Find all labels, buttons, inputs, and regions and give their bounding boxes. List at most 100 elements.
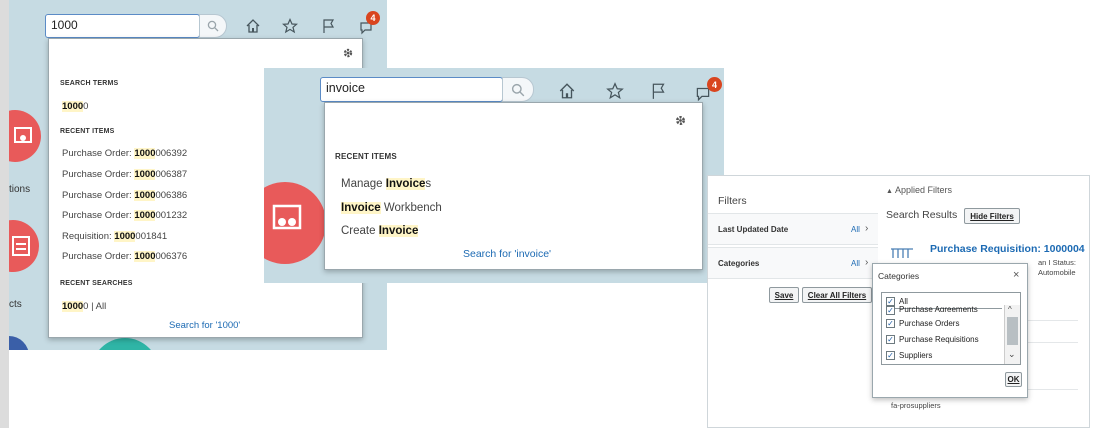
search-results-panel: Filters Last Updated Date All › Categori… [707, 175, 1090, 428]
categories-listbox: ✓ All ✓ Purchase Agreements ✓ Purchase O… [881, 292, 1021, 365]
section-heading-search-terms: SEARCH TERMS [60, 80, 119, 87]
match-highlight: Invoice [378, 225, 419, 237]
search-button[interactable] [502, 77, 534, 102]
save-button[interactable]: Save [769, 287, 799, 303]
people-icon [14, 127, 32, 143]
flag-icon[interactable] [648, 80, 670, 102]
result-meta-category: Automobile [1038, 268, 1076, 277]
search-term-rest: 0 [83, 101, 89, 112]
result-title-link[interactable]: Purchase Requisition: 1000004 [930, 243, 1085, 255]
recent-item-prefix: Purchase Order: [62, 190, 135, 201]
section-heading-recent-items: RECENT ITEMS [335, 152, 397, 161]
recent-item-rest: 006386 [155, 190, 188, 201]
result-footer-item[interactable]: fa-prosuppliers [891, 401, 941, 410]
listbox-scrollbar[interactable]: ^ ⌄ [1004, 305, 1020, 364]
recent-item[interactable]: Purchase Order: 1000006387 [62, 169, 187, 180]
checkbox-purchase-requisitions[interactable]: ✓ [886, 335, 895, 344]
recent-item[interactable]: Create Invoice [341, 225, 419, 237]
left-gutter [0, 0, 9, 428]
section-heading-recent-items: RECENT ITEMS [60, 128, 115, 135]
search-input[interactable]: invoice [320, 77, 503, 102]
side-label-tions: tions [9, 184, 31, 195]
app-tile-navy-circle[interactable] [9, 336, 29, 350]
recent-item-rest: 006376 [155, 251, 188, 262]
recent-search-rest: 0 | All [83, 301, 107, 312]
recent-item-rest: 001232 [155, 210, 188, 221]
search-button[interactable] [199, 14, 227, 38]
match-highlight: Invoice [341, 202, 381, 214]
chevron-right-icon: › [865, 223, 869, 234]
search-for-link[interactable]: Search for '1000' [169, 320, 240, 331]
scroll-down-icon[interactable]: ⌄ [1008, 349, 1016, 360]
home-icon[interactable] [556, 80, 578, 102]
filter-row-last-updated[interactable]: Last Updated Date All › [708, 213, 878, 245]
requisition-icon [890, 246, 914, 258]
filter-label: Categories [718, 259, 760, 268]
category-option-label: Purchase Agreements [899, 305, 978, 312]
flag-icon[interactable] [318, 15, 340, 37]
hide-filters-button[interactable]: Hide Filters [964, 208, 1020, 224]
home-icon[interactable] [242, 15, 264, 37]
filters-title: Filters [718, 195, 747, 207]
filters-column: Filters Last Updated Date All › Categori… [708, 176, 878, 427]
recent-item[interactable]: Manage Invoices [341, 178, 431, 190]
scroll-thumb[interactable] [1007, 317, 1018, 345]
search-suggestions-dropdown: RECENT ITEMS Manage Invoices Invoice Wor… [324, 102, 703, 270]
app-tile-red-circle-large[interactable] [264, 182, 326, 264]
recent-item[interactable]: Purchase Order: 1000006376 [62, 251, 187, 262]
filter-label: Last Updated Date [718, 225, 789, 234]
recent-item-prefix: Requisition: [62, 231, 115, 242]
filter-value: All [851, 225, 860, 234]
match-highlight: 1000 [134, 210, 156, 221]
match-highlight: 1000 [134, 148, 156, 159]
applied-filters-header[interactable]: ▲ Applied Filters [886, 185, 952, 195]
collapse-triangle-icon: ▲ [886, 188, 893, 195]
people-icon [272, 204, 302, 230]
checkbox-all[interactable]: ✓ [886, 297, 895, 306]
section-heading-recent-searches: RECENT SEARCHES [60, 280, 133, 287]
recent-item-rest: 001841 [135, 231, 168, 242]
match-highlight: 1000 [134, 190, 156, 201]
scroll-up-icon[interactable]: ^ [1008, 305, 1012, 314]
categories-popup-title: Categories [878, 271, 920, 281]
recent-item[interactable]: Invoice Workbench [341, 202, 442, 214]
filter-row-categories[interactable]: Categories All › [708, 247, 878, 279]
recent-search-item[interactable]: 10000 | All [62, 301, 106, 312]
clear-all-filters-button[interactable]: Clear All Filters [802, 287, 872, 303]
match-highlight: 1000 [62, 101, 84, 112]
document-icon [12, 236, 30, 256]
search-input[interactable]: 1000 [45, 14, 200, 38]
checkbox-purchase-orders[interactable]: ✓ [886, 319, 895, 328]
notifications-badge: 4 [707, 77, 722, 92]
settings-gear-icon[interactable] [337, 42, 359, 64]
recent-item[interactable]: Purchase Order: 1000001232 [62, 210, 187, 221]
checkbox-suppliers[interactable]: ✓ [886, 351, 895, 360]
search-panel-invoice: invoice 4 RECENT ITEMS Manage Invoices I… [264, 68, 724, 283]
result-meta-status: an I Status: [1038, 258, 1076, 267]
ok-button[interactable]: OK [1005, 372, 1022, 387]
recent-item[interactable]: Requisition: 1000001841 [62, 231, 167, 242]
recent-item[interactable]: Purchase Order: 1000006386 [62, 190, 187, 201]
recent-item-prefix: Create [341, 225, 379, 237]
filter-value: All [851, 259, 860, 268]
search-for-link[interactable]: Search for 'invoice' [463, 248, 551, 260]
category-option-label: Purchase Requisitions [899, 335, 979, 344]
settings-gear-icon[interactable] [669, 109, 691, 131]
favorites-star-icon[interactable] [604, 80, 626, 102]
search-icon [511, 83, 525, 96]
recent-item-prefix: Purchase Order: [62, 251, 135, 262]
favorites-star-icon[interactable] [279, 15, 301, 37]
close-icon[interactable]: × [1013, 269, 1019, 281]
recent-item-prefix: Purchase Order: [62, 148, 135, 159]
checkbox-purchase-agreements[interactable]: ✓ [886, 306, 895, 315]
search-results-label: Search Results [886, 209, 958, 221]
search-term-item[interactable]: 10000 [62, 101, 88, 112]
app-tile-red-circle-2[interactable] [9, 220, 39, 272]
recent-item-rest: s [425, 178, 432, 190]
recent-item-prefix: Manage [341, 178, 386, 190]
app-tile-teal-circle[interactable] [91, 338, 159, 350]
recent-item-rest: 006387 [155, 169, 188, 180]
app-tile-red-circle[interactable] [9, 110, 41, 162]
recent-item[interactable]: Purchase Order: 1000006392 [62, 148, 187, 159]
recent-item-prefix: Purchase Order: [62, 169, 135, 180]
